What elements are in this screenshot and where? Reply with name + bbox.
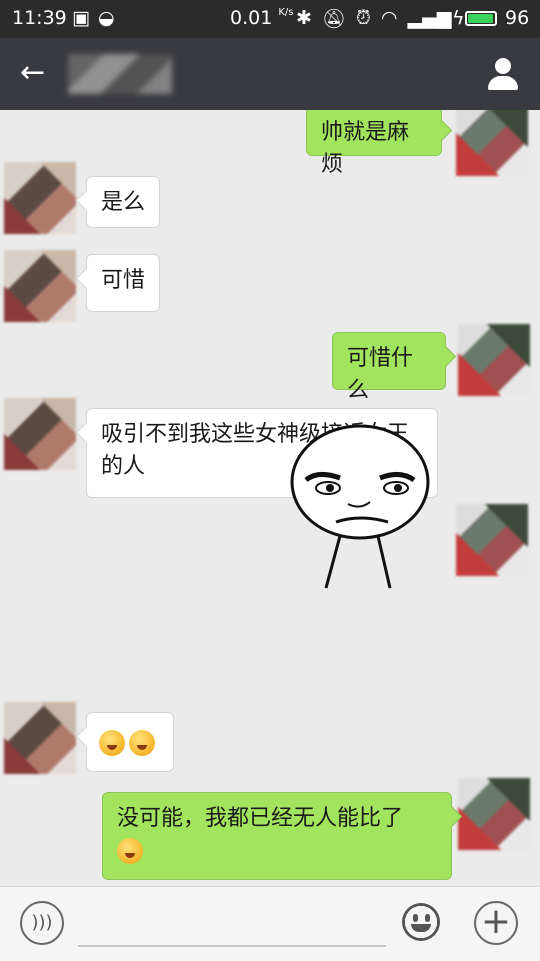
contact-name-blurred — [68, 54, 172, 94]
message-bubble[interactable]: 帅就是麻烦 — [306, 110, 442, 177]
message-bubble[interactable] — [86, 712, 174, 772]
message-text: 可惜 — [101, 268, 146, 293]
input-bar: ))) + — [0, 886, 540, 961]
meme-face-sticker[interactable] — [288, 422, 438, 590]
my-avatar[interactable] — [458, 324, 530, 396]
message-text: 是么 — [101, 190, 146, 215]
status-bar: 11:39 ▣ ◒ 0.01 K/s ✱ 🔕︎ ⏰︎ ◠ ▂▄▆ ϟ 96 — [0, 0, 540, 38]
charging-icon: ϟ — [452, 7, 465, 29]
chat-area[interactable]: 帅就是麻烦 是么 可惜 可惜什么 吸引不到我这些女神级接近女王的人 没可能，我都… — [0, 110, 540, 886]
contact-avatar[interactable] — [4, 162, 76, 234]
back-icon[interactable]: ← — [20, 56, 45, 90]
message-text: 帅就是麻烦 — [321, 120, 410, 177]
message-bubble[interactable]: 没可能，我都已经无人能比了 — [102, 792, 452, 880]
wifi-icon: ◠ — [380, 7, 398, 29]
contact-avatar[interactable] — [4, 702, 76, 774]
alarm-icon: ⏰︎ — [356, 7, 371, 29]
mute-icon: 🔕︎ — [321, 8, 347, 30]
my-avatar[interactable] — [458, 778, 530, 850]
message-bubble[interactable]: 是么 — [86, 176, 160, 228]
message-text: 没可能，我都已经无人能比了 — [117, 806, 404, 831]
battery-fill — [468, 14, 493, 23]
clock: 11:39 — [12, 7, 67, 29]
data-saver-icon: ◒ — [97, 7, 115, 29]
smirk-emoji-icon — [99, 730, 125, 756]
more-options-button[interactable]: + — [474, 901, 518, 945]
image-icon: ▣ — [72, 7, 90, 29]
contact-info-button[interactable] — [480, 50, 526, 96]
message-bubble[interactable]: 可惜 — [86, 254, 160, 312]
smirk-emoji-icon — [129, 730, 155, 756]
voice-icon: ))) — [31, 912, 53, 933]
net-speed: 0.01 K/s — [230, 7, 294, 29]
my-avatar[interactable] — [456, 504, 528, 576]
bluetooth-icon: ✱ — [296, 7, 312, 29]
my-avatar[interactable] — [456, 110, 528, 176]
signal-3g-icon: ▂▄▆ — [407, 7, 452, 29]
battery-percent: 96 — [505, 7, 530, 29]
emoji-icon[interactable] — [402, 903, 440, 941]
message-text: 可惜什么 — [347, 346, 414, 403]
message-bubble[interactable]: 可惜什么 — [332, 332, 446, 403]
grin-emoji-icon — [117, 838, 143, 864]
message-input[interactable] — [78, 945, 386, 947]
chat-header: ← — [0, 38, 540, 110]
plus-icon: + — [480, 901, 512, 942]
voice-input-button[interactable]: ))) — [20, 901, 64, 945]
person-icon — [495, 58, 511, 74]
contact-avatar[interactable] — [4, 250, 76, 322]
battery-icon — [465, 11, 497, 26]
contact-avatar[interactable] — [4, 398, 76, 470]
